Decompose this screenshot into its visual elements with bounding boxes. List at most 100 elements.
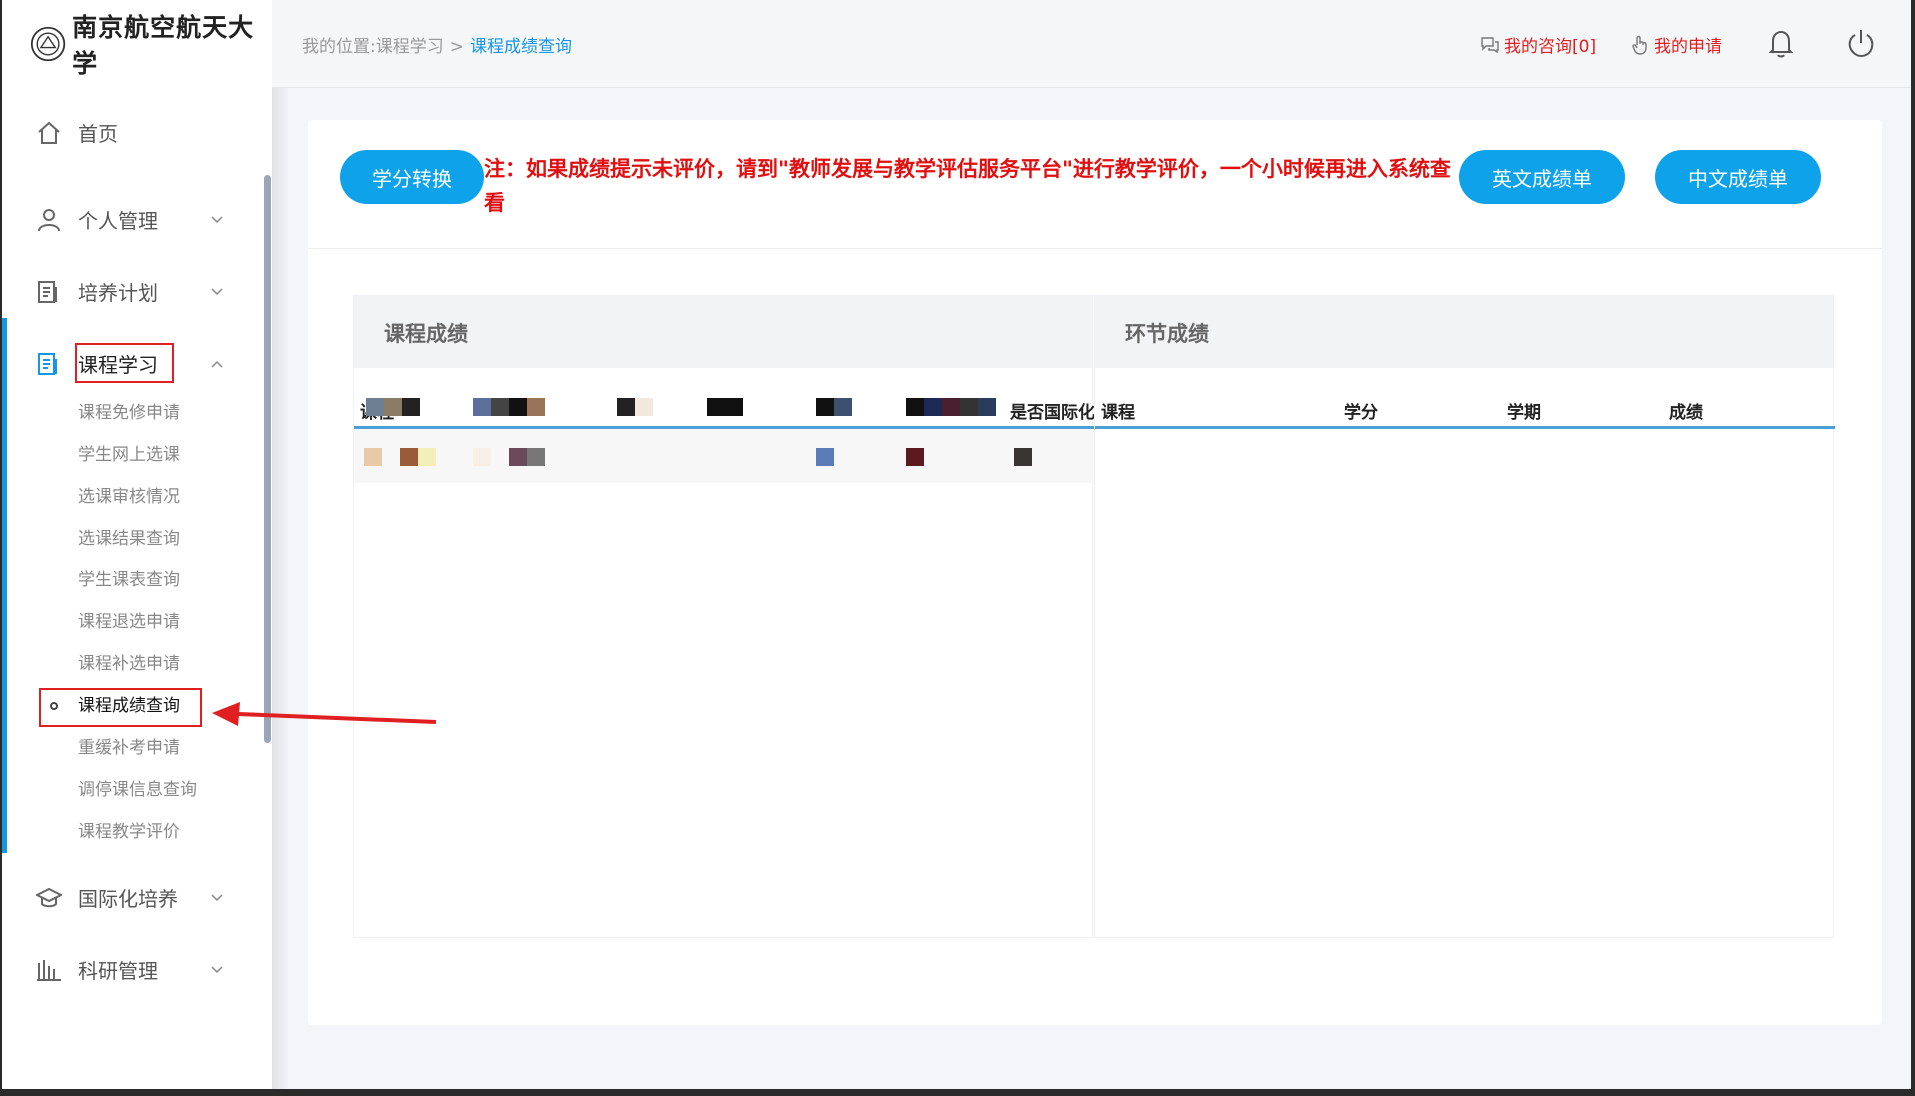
sub-item-supplementary[interactable]: 课程补选申请: [78, 649, 180, 679]
evaluation-notice: 注：如果成绩提示未评价，请到"教师发展与教学评估服务平台"进行教学评价，一个小时…: [484, 157, 1451, 215]
chevron-up-icon: [211, 360, 223, 368]
breadcrumb-separator: >: [449, 37, 464, 57]
sub-item-exemption[interactable]: 课程免修申请: [78, 398, 180, 428]
sidebar-item-home[interactable]: 首页: [2, 107, 267, 157]
english-transcript-button[interactable]: 英文成绩单: [1459, 150, 1625, 204]
document-icon: [38, 281, 57, 303]
bell-icon[interactable]: [1764, 26, 1798, 60]
redacted-block: [491, 398, 509, 416]
highlight-box: [39, 688, 202, 727]
redacted-block: [527, 398, 545, 416]
redacted-block: [418, 448, 436, 466]
sub-item-online-selection[interactable]: 学生网上选课: [78, 440, 180, 470]
sub-item-review-status[interactable]: 选课审核情况: [78, 482, 180, 512]
logo-text: 南京航空航天大学: [72, 13, 255, 78]
redacted-block: [473, 448, 491, 466]
sidebar-item-label: 培养计划: [78, 280, 158, 305]
redacted-block: [707, 398, 743, 416]
sidebar-scrollbar[interactable]: [264, 175, 271, 743]
redacted-block: [617, 398, 635, 416]
hand-pointer-icon: [1632, 35, 1647, 55]
main-card: 学分转换 注：如果成绩提示未评价，请到"教师发展与教学评估服务平台"进行教学评价…: [308, 120, 1882, 1025]
redacted-block: [527, 448, 545, 466]
chevron-down-icon: [211, 894, 223, 902]
breadcrumb-prefix[interactable]: 我的位置:课程学习: [302, 37, 444, 57]
my-apply-link[interactable]: 我的申请: [1630, 32, 1722, 57]
sub-item-selection-results[interactable]: 选课结果查询: [78, 524, 180, 554]
chevron-down-icon: [211, 216, 223, 224]
sidebar-item-label: 首页: [78, 121, 118, 146]
document-icon: [38, 353, 57, 375]
redacted-block: [960, 398, 978, 416]
sidebar-item-label: 科研管理: [78, 958, 158, 983]
redacted-block: [402, 398, 420, 416]
sub-item-withdraw[interactable]: 课程退选申请: [78, 607, 180, 637]
redacted-block: [906, 448, 924, 466]
redacted-block: [366, 398, 384, 416]
graduation-cap-icon: [36, 887, 62, 908]
redacted-block: [384, 398, 402, 416]
bar-chart-icon: [37, 960, 61, 981]
column-header-credit: 学分: [1344, 403, 1378, 423]
link-grades-title: 环节成绩: [1125, 322, 1209, 346]
redacted-block: [816, 448, 834, 466]
sub-item-teaching-evaluation[interactable]: 课程教学评价: [78, 817, 180, 847]
table-row[interactable]: [354, 429, 1094, 483]
redacted-block: [509, 398, 527, 416]
link-grades-panel: 环节成绩 课程 学分 学期 成绩: [1094, 295, 1835, 938]
redacted-block: [834, 398, 852, 416]
my-consult-link[interactable]: 我的咨询[0]: [1480, 32, 1596, 57]
course-grades-panel: 课程成绩 课程 是否国际化: [353, 295, 1095, 938]
redacted-block: [509, 448, 527, 466]
redacted-block: [400, 448, 418, 466]
divider: [308, 248, 1882, 249]
sidebar-item-label: 国际化培养: [78, 886, 178, 911]
my-consult-label: 我的咨询[0]: [1504, 37, 1597, 57]
chevron-down-icon: [211, 966, 223, 974]
breadcrumb-current: 课程成绩查询: [469, 37, 572, 57]
panel-header: 环节成绩: [1095, 296, 1833, 368]
highlight-box: [75, 343, 174, 383]
redacted-block: [942, 398, 960, 416]
redacted-block: [364, 448, 382, 466]
chat-icon: [1481, 36, 1499, 53]
redacted-block: [635, 398, 653, 416]
sidebar-item-label: 个人管理: [78, 208, 158, 233]
redacted-block: [473, 398, 491, 416]
my-apply-label: 我的申请: [1654, 37, 1722, 57]
sidebar-shadow: [272, 0, 290, 1089]
sub-item-makeup-exam[interactable]: 重缓补考申请: [78, 733, 180, 763]
redacted-block: [924, 398, 942, 416]
breadcrumb: 我的位置:课程学习 > 课程成绩查询: [302, 32, 572, 57]
table-header-underline: [1095, 426, 1835, 429]
column-header-international: 是否国际化: [1010, 403, 1095, 423]
sidebar: 南京航空航天大学 首页 个人管理 培养计划 课程学习 课程免修申请 学生网上选课…: [2, 0, 272, 1089]
credit-convert-button[interactable]: 学分转换: [340, 150, 484, 204]
sub-item-class-suspension[interactable]: 调停课信息查询: [78, 775, 197, 805]
app-window: 南京航空航天大学 首页 个人管理 培养计划 课程学习 课程免修申请 学生网上选课…: [2, 0, 1911, 1089]
chevron-down-icon: [211, 288, 223, 296]
sidebar-item-training-plan[interactable]: 培养计划: [2, 266, 267, 316]
course-grades-title: 课程成绩: [384, 322, 468, 346]
home-icon: [38, 121, 60, 144]
university-logo[interactable]: 南京航空航天大学: [30, 13, 260, 78]
redacted-block: [978, 398, 996, 416]
power-icon[interactable]: [1844, 26, 1878, 60]
column-header-term: 学期: [1507, 403, 1541, 423]
panel-header: 课程成绩: [354, 296, 1092, 368]
redacted-block: [906, 398, 924, 416]
user-icon: [38, 209, 60, 232]
sidebar-item-personal[interactable]: 个人管理: [2, 194, 267, 244]
sidebar-item-international[interactable]: 国际化培养: [2, 872, 267, 922]
university-seal-icon: [30, 26, 66, 62]
redacted-block: [816, 398, 834, 416]
redacted-block: [1014, 448, 1032, 466]
active-indicator: [2, 318, 7, 853]
sub-item-timetable[interactable]: 学生课表查询: [78, 565, 180, 595]
column-header-course: 课程: [1101, 403, 1135, 423]
column-header-grade: 成绩: [1669, 403, 1703, 423]
annotation-arrow-icon: [212, 702, 437, 726]
top-header: 我的位置:课程学习 > 课程成绩查询 我的咨询[0] 我的申请: [272, 0, 1911, 88]
sidebar-item-research[interactable]: 科研管理: [2, 944, 267, 994]
chinese-transcript-button[interactable]: 中文成绩单: [1655, 150, 1821, 204]
